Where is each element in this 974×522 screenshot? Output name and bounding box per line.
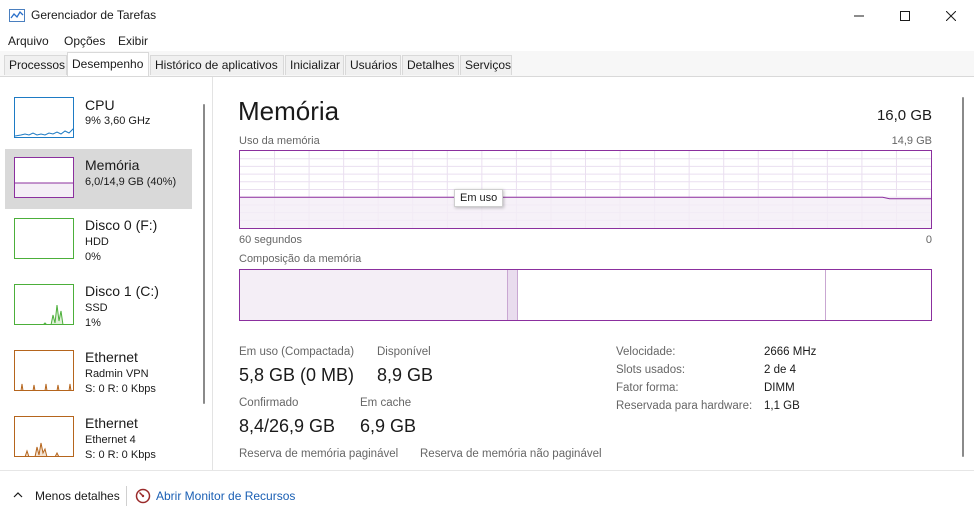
window-title: Gerenciador de Tarefas [31, 8, 157, 22]
sidebar-disco1-title: Disco 1 (C:) [85, 283, 159, 299]
usage-area [240, 197, 931, 228]
sidebar-item-ethernet-radmin[interactable]: Ethernet Radmin VPN S: 0 R: 0 Kbps [5, 341, 192, 401]
tab-detalhes[interactable]: Detalhes [402, 55, 459, 75]
composition-label: Composição da memória [239, 253, 362, 265]
open-resource-monitor-link[interactable]: Abrir Monitor de Recursos [156, 489, 295, 503]
close-icon [946, 11, 956, 21]
sidebar-ethernet1-rate: S: 0 R: 0 Kbps [85, 383, 156, 395]
usage-graph-max: 14,9 GB [891, 135, 932, 147]
maximize-button[interactable] [882, 0, 928, 32]
stat-available-value: 8,9 GB [377, 365, 434, 385]
sidebar-ethernet1-adapter: Radmin VPN [85, 368, 149, 380]
stat-in-use-value: 5,8 GB (0 MB) [239, 365, 355, 385]
resource-monitor-icon [135, 488, 151, 504]
sidebar-item-disco-1[interactable]: Disco 1 (C:) SSD 1% [5, 275, 192, 335]
spec-form-factor-value: DIMM [764, 382, 795, 394]
sidebar-disco0-usage: 0% [85, 251, 101, 263]
chevron-up-icon [13, 492, 23, 498]
tab-servicos[interactable]: Serviços [460, 55, 512, 75]
stat-cached-label: Em cache [360, 397, 412, 409]
tab-usuarios[interactable]: Usuários [345, 55, 401, 75]
sidebar-disco0-title: Disco 0 (F:) [85, 217, 158, 233]
spec-speed-value: 2666 MHz [764, 346, 817, 358]
stat-in-use-label: Em uso (Compactada) [239, 346, 355, 358]
sidebar-item-memoria[interactable]: Memória 6,0/14,9 GB (40%) [5, 149, 192, 209]
menu-arquivo[interactable]: Arquivo [8, 34, 49, 48]
stat-cached-value: 6,9 GB [360, 416, 417, 436]
menu-opcoes[interactable]: Opções [64, 34, 105, 48]
graph-time-span: 60 segundos [239, 234, 302, 246]
sidebar-memoria-title: Memória [85, 157, 140, 173]
graph-time-end: 0 [925, 234, 932, 246]
stat-available-label: Disponível [377, 346, 431, 358]
sidebar-ethernet2-adapter: Ethernet 4 [85, 434, 136, 446]
ethernet2-thumbnail-graph [14, 416, 74, 457]
memory-detail-panel: Memória 16,0 GB Uso da memória 14,9 GB E… [212, 77, 960, 470]
usage-graph-label: Uso da memória [239, 135, 320, 147]
footer-separator [126, 486, 127, 506]
sidebar-ethernet2-title: Ethernet [85, 415, 138, 431]
less-details-link[interactable]: Menos detalhes [35, 489, 120, 503]
spec-hardware-reserved-value: 1,1 GB [764, 400, 800, 412]
spec-slots-label: Slots usados: [616, 364, 686, 376]
stat-committed-value: 8,4/26,9 GB [239, 416, 336, 436]
tab-processos[interactable]: Processos [4, 55, 67, 75]
composition-modified[interactable] [507, 270, 518, 320]
main-scrollbar[interactable] [962, 97, 964, 457]
memory-usage-graph [239, 150, 932, 229]
memory-total: 16,0 GB [876, 107, 932, 124]
tab-desempenho[interactable]: Desempenho [67, 52, 149, 76]
stat-paged-pool-label: Reserva de memória paginável [239, 448, 399, 460]
stat-nonpaged-pool-label: Reserva de memória não paginável [420, 448, 602, 460]
tab-historico-aplicativos[interactable]: Histórico de aplicativos [150, 55, 284, 75]
minimize-button[interactable] [836, 0, 882, 32]
spec-hardware-reserved-label: Reservada para hardware: [616, 400, 753, 412]
sidebar-item-disco-0[interactable]: Disco 0 (F:) HDD 0% [5, 209, 192, 269]
sidebar-memoria-usage: 6,0/14,9 GB (40%) [85, 176, 177, 188]
tab-inicializar[interactable]: Inicializar [285, 55, 344, 75]
memory-composition-bar [239, 269, 932, 321]
maximize-icon [900, 11, 910, 21]
menu-bar: Arquivo Opções Exibir [0, 32, 974, 51]
sidebar-ethernet1-title: Ethernet [85, 349, 138, 365]
stat-committed-label: Confirmado [239, 397, 299, 409]
ethernet1-thumbnail-graph [14, 350, 74, 391]
disk1-thumbnail-graph [14, 284, 74, 325]
page-title: Memória [238, 96, 340, 126]
sidebar-item-ethernet-4[interactable]: Ethernet Ethernet 4 S: 0 R: 0 Kbps [5, 407, 192, 467]
minimize-icon [854, 15, 864, 17]
title-bar: Gerenciador de Tarefas [0, 0, 974, 32]
memory-thumbnail-graph [14, 157, 74, 198]
spec-speed-label: Velocidade: [616, 346, 676, 358]
cpu-thumbnail-graph [14, 97, 74, 138]
sidebar-ethernet2-rate: S: 0 R: 0 Kbps [85, 449, 156, 461]
disk0-thumbnail-graph [14, 218, 74, 259]
close-button[interactable] [928, 0, 974, 32]
sidebar-disco1-usage: 1% [85, 317, 101, 329]
tab-strip: Processos Desempenho Histórico de aplica… [0, 51, 974, 77]
menu-exibir[interactable]: Exibir [118, 34, 148, 48]
sidebar-cpu-usage: 9% 3,60 GHz [85, 115, 151, 127]
footer-bar: Menos detalhes Abrir Monitor de Recursos [0, 470, 974, 522]
performance-sidebar: CPU 9% 3,60 GHz Memória 6,0/14,9 GB (40%… [0, 77, 213, 470]
sidebar-item-cpu[interactable]: CPU 9% 3,60 GHz [5, 89, 192, 149]
composition-free[interactable] [826, 270, 930, 320]
spec-slots-value: 2 de 4 [764, 364, 796, 376]
sidebar-scrollbar[interactable] [203, 104, 205, 404]
sidebar-disco1-type: SSD [85, 302, 108, 314]
sidebar-cpu-title: CPU [85, 97, 115, 113]
sidebar-disco0-type: HDD [85, 236, 109, 248]
composition-standby[interactable] [518, 270, 826, 320]
composition-in-use[interactable] [240, 270, 507, 320]
in-use-tooltip: Em uso [454, 189, 504, 207]
task-manager-icon [9, 9, 25, 22]
spec-form-factor-label: Fator forma: [616, 382, 679, 394]
